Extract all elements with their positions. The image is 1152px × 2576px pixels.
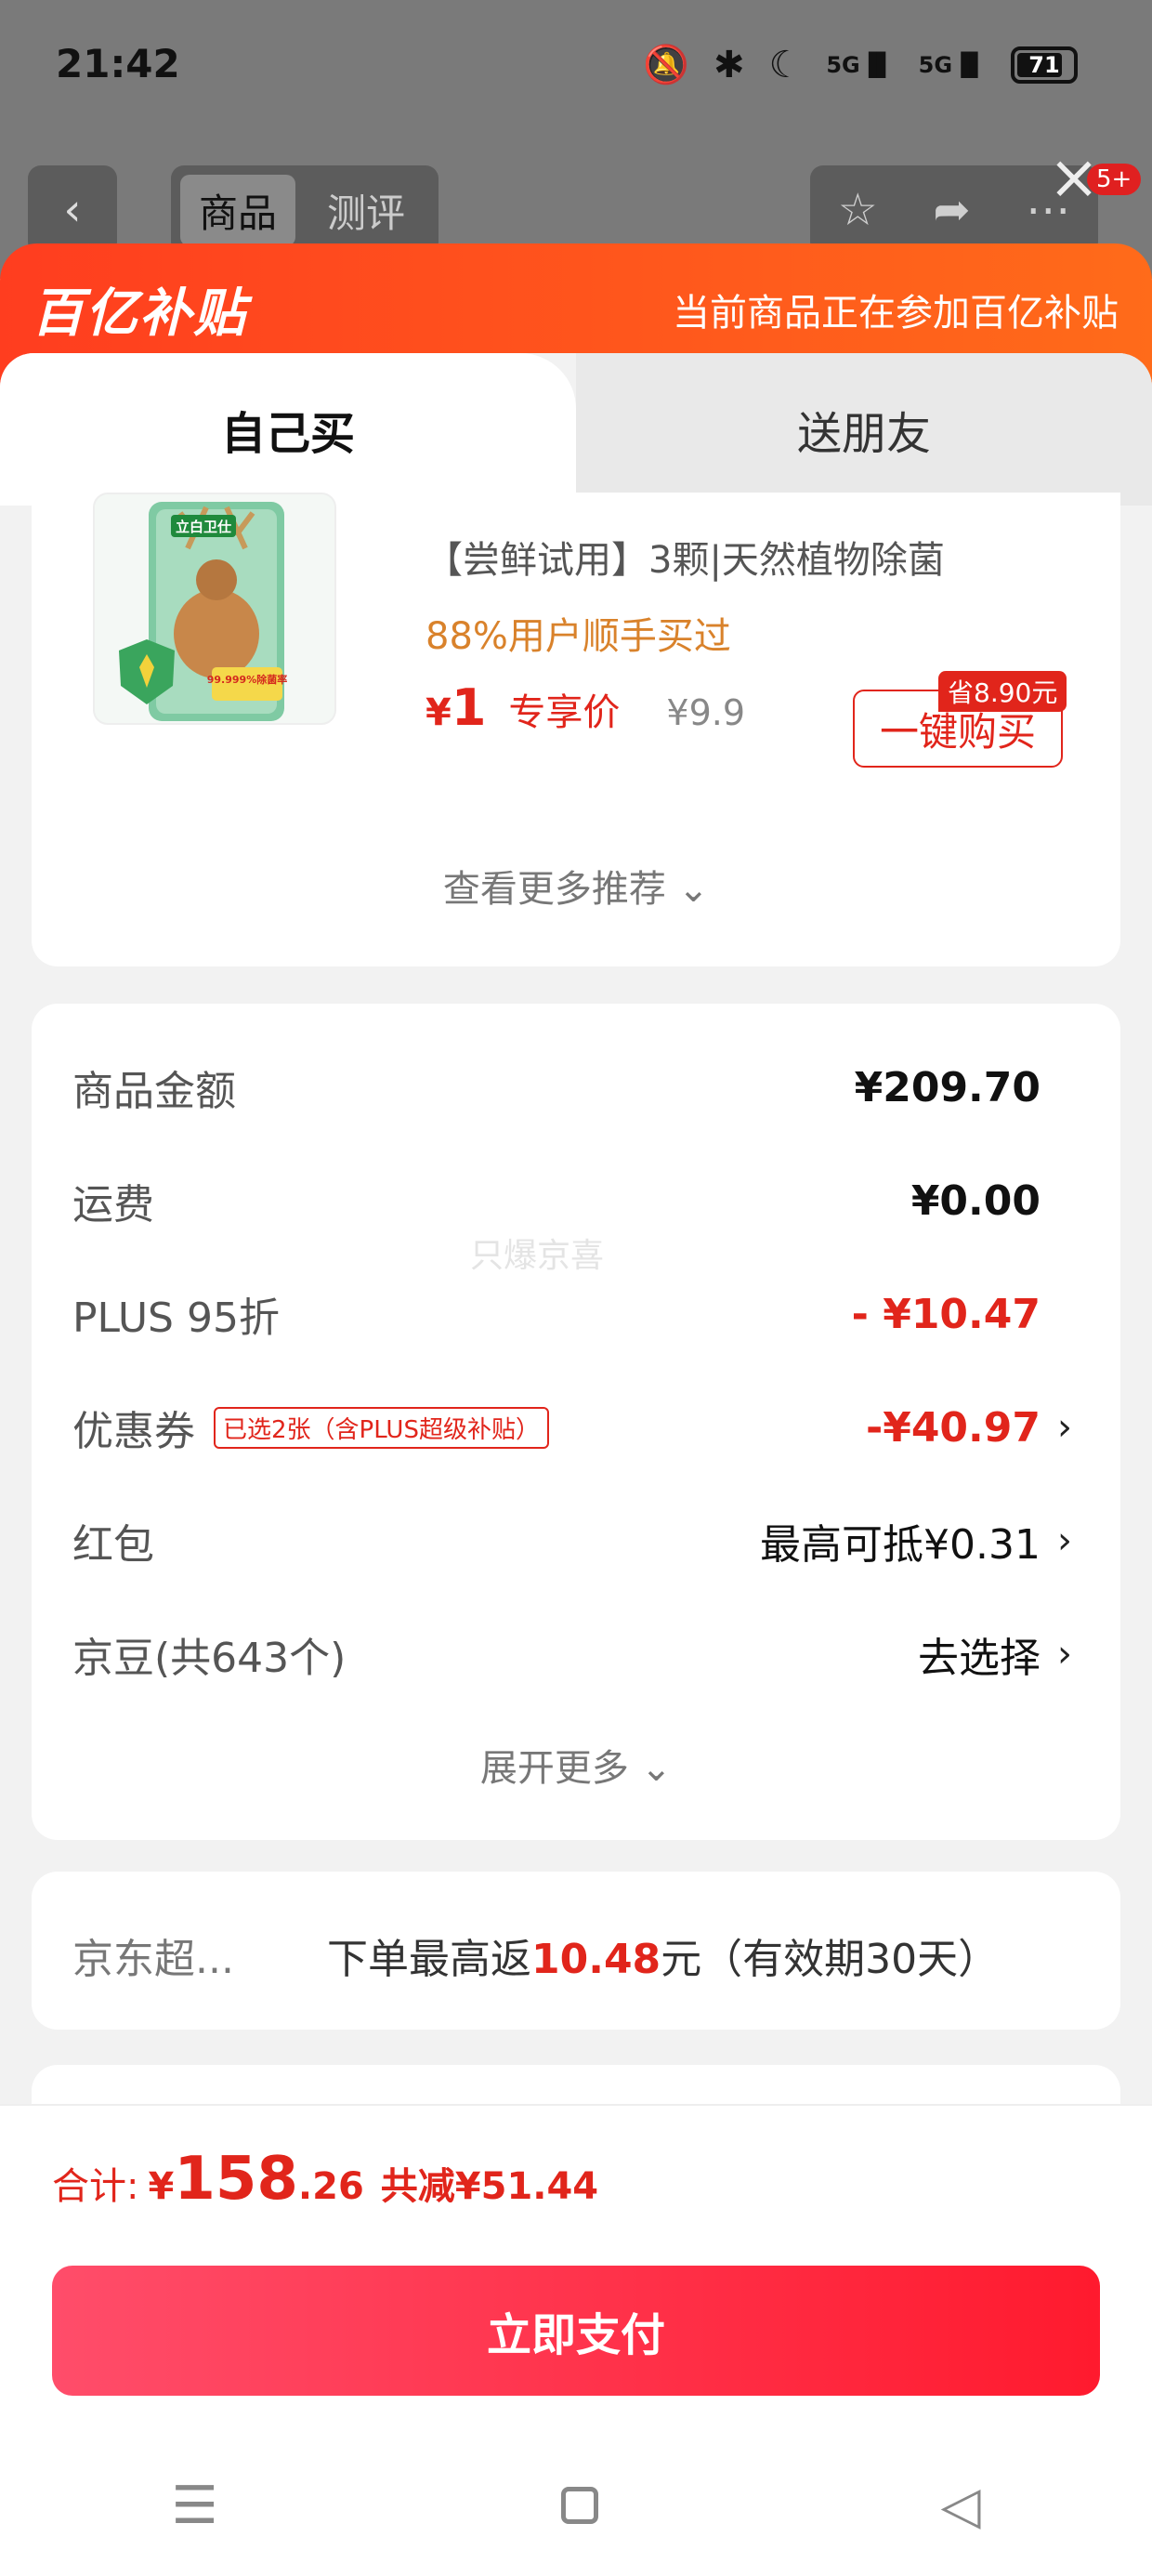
total-decimal: .26 — [297, 2165, 364, 2208]
plus-discount-value: - ¥10.47 — [851, 1290, 1041, 1338]
product-image[interactable]: 立白卫仕 99.999%除菌率 — [93, 493, 336, 725]
total-integer: 158 — [174, 2145, 298, 2214]
product-image-badge: 99.999%除菌率 — [207, 673, 287, 686]
background-tabs: 商品 测评 — [171, 165, 439, 255]
subsidy-banner-text: 当前商品正在参加百亿补贴 — [673, 292, 1119, 335]
recommendation-card: 立白卫仕 99.999%除菌率 【尝鲜试用】3颗|天然植物除菌 88%用户顺手买… — [32, 493, 1120, 966]
shipping-value: ¥0.00 — [910, 1176, 1041, 1225]
pay-area: 立即支付 ☰ ◁ — [0, 2249, 1152, 2576]
star-icon[interactable]: ☆ — [838, 184, 878, 236]
exclusive-price-label: 专享价 — [508, 691, 621, 734]
system-nav-bar: ☰ ◁ — [0, 2435, 1152, 2576]
goods-amount-value: ¥209.70 — [854, 1063, 1041, 1111]
jingdou-value: 去选择 — [918, 1635, 1041, 1682]
product-purchase-hint: 88%用户顺手买过 — [425, 615, 731, 658]
row-red-packet[interactable]: 红包 最高可抵¥0.31 › — [72, 1504, 1080, 1578]
battery-icon: 71 — [1011, 46, 1078, 84]
tab-product[interactable]: 商品 — [180, 174, 296, 246]
tab-self-buy[interactable]: 自己买 — [0, 353, 576, 506]
row-coupon[interactable]: 优惠券 已选2张（含PLUS超级补贴） -¥40.97 › — [72, 1390, 1080, 1465]
signal-icon: 5G▐▌ — [826, 51, 895, 78]
row-plus-discount: PLUS 95折 - ¥10.47 — [72, 1290, 1041, 1343]
notification-badge: 5+ — [1087, 164, 1142, 195]
bluetooth-icon: ✱ — [713, 43, 745, 86]
menu-icon[interactable]: ☰ — [171, 2476, 217, 2536]
row-shipping: 运费 ¥0.00 — [72, 1176, 1041, 1229]
tab-gift[interactable]: 送朋友 — [576, 353, 1152, 506]
moon-icon: ☾ — [768, 43, 803, 86]
price-symbol: ¥ — [425, 691, 452, 734]
row-goods-amount: 商品金额 ¥209.70 — [72, 1063, 1041, 1116]
coupon-tag: 已选2张（含PLUS超级补贴） — [214, 1406, 549, 1449]
status-bar: 21:42 🔕 ✱ ☾ 5G▐▌ 5G▐▌ 71 — [0, 0, 1152, 139]
cashback-text: 下单最高返10.48元（有效期30天） — [327, 1936, 1000, 1983]
original-price: ¥9.9 — [666, 692, 746, 733]
total-reduced: 共减¥51.44 — [380, 2165, 599, 2208]
cashback-amount: 10.48 — [531, 1936, 661, 1983]
more-recommendations-link[interactable]: 查看更多推荐 ⌄ — [32, 859, 1120, 913]
red-packet-value: 最高可抵¥0.31 — [760, 1521, 1041, 1569]
chevron-right-icon: › — [1057, 1633, 1072, 1676]
cashback-label: 京东超... — [72, 1936, 234, 1983]
cashback-card: 京东超... 下单最高返10.48元（有效期30天） — [32, 1872, 1120, 2030]
chevron-right-icon: › — [1057, 1406, 1072, 1449]
chevron-right-icon: › — [1057, 1519, 1072, 1562]
status-icons: 🔕 ✱ ☾ 5G▐▌ 5G▐▌ 71 — [643, 43, 1078, 86]
product-title[interactable]: 【尝鲜试用】3颗|天然植物除菌 — [425, 530, 945, 584]
row-jingdou[interactable]: 京豆(共643个) 去选择 › — [72, 1617, 1080, 1691]
fee-card: 只爆京喜 商品金额 ¥209.70 运费 ¥0.00 PLUS 95折 - ¥1… — [32, 1004, 1120, 1840]
product-image-brand: 立白卫仕 — [176, 519, 231, 535]
back-triangle-icon[interactable]: ◁ — [940, 2476, 980, 2536]
signal-icon-2: 5G▐▌ — [918, 51, 987, 78]
pay-now-button[interactable]: 立即支付 — [52, 2266, 1100, 2396]
chevron-down-icon: ⌄ — [677, 868, 710, 911]
expand-more-link[interactable]: 展开更多 ⌄ — [32, 1738, 1120, 1792]
purchase-tabs: 送朋友 自己买 — [0, 353, 1152, 506]
mute-icon: 🔕 — [643, 44, 689, 86]
save-badge: 省8.90元 — [938, 671, 1067, 712]
total-bar: 合计: ¥ 158 .26 共减¥51.44 — [0, 2104, 1152, 2251]
product-price: 1 — [451, 678, 487, 737]
share-icon[interactable]: ➦ — [933, 184, 970, 236]
back-button[interactable]: ‹ — [28, 165, 117, 255]
home-icon[interactable] — [560, 2487, 598, 2524]
status-time: 21:42 — [56, 41, 180, 86]
tab-review[interactable]: 测评 — [308, 175, 424, 246]
total-label: 合计: — [52, 2165, 139, 2208]
product-price-line: ¥1 专享价 ¥9.9 — [425, 678, 745, 737]
total-line: 合计: ¥ 158 .26 共减¥51.44 — [52, 2145, 599, 2214]
coupon-value: -¥40.97 — [865, 1403, 1041, 1452]
subsidy-logo: 百亿补贴 — [32, 283, 247, 344]
chevron-down-icon: ⌄ — [640, 1747, 673, 1790]
